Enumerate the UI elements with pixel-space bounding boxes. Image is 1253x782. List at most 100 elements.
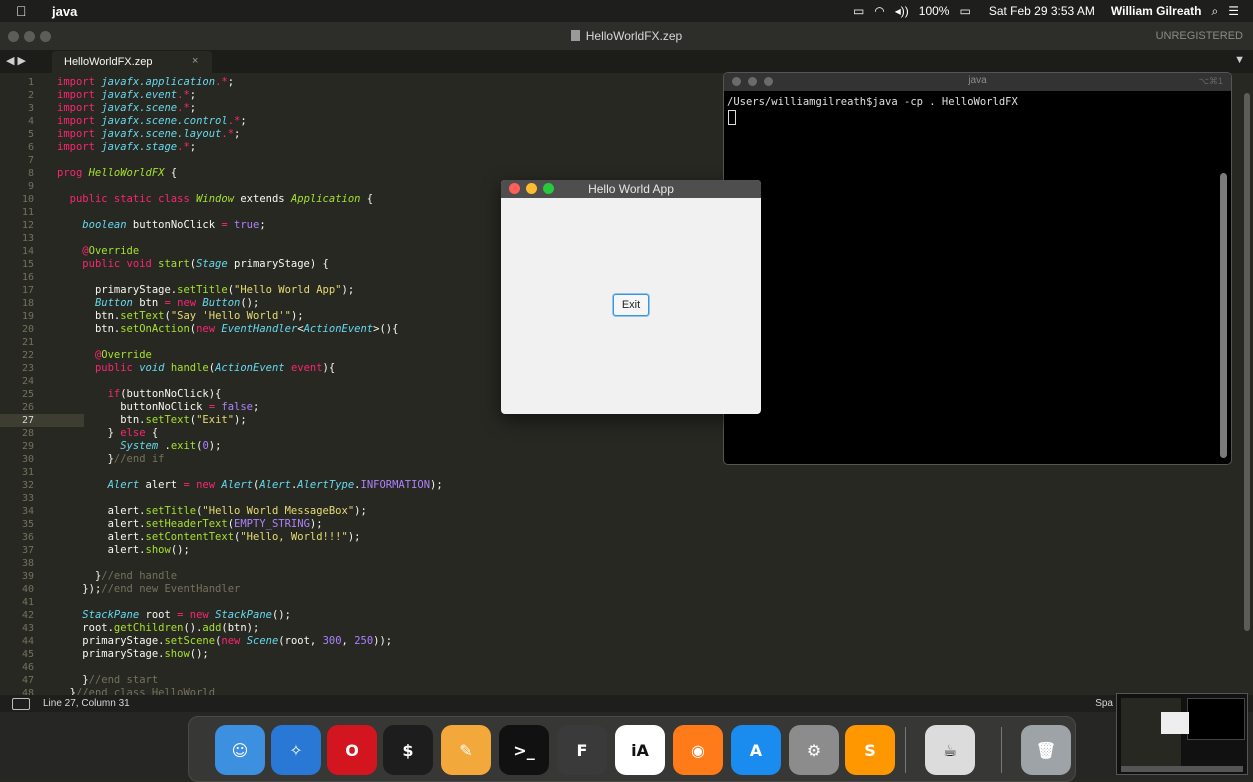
firefox-icon[interactable]: ◉ <box>673 725 723 775</box>
panel-toggle-icon[interactable] <box>12 698 30 710</box>
apple-menu-icon[interactable]:  <box>16 3 32 19</box>
code-token: import <box>57 128 102 140</box>
line-number: 44 <box>21 636 34 647</box>
terminal-green-icon[interactable]: $ <box>383 725 433 775</box>
code-token: ); <box>430 479 443 491</box>
volume-icon[interactable]: ◂)) <box>895 4 909 18</box>
safari-icon[interactable]: ✧ <box>271 725 321 775</box>
clock[interactable]: Sat Feb 29 3:53 AM <box>989 4 1095 18</box>
code-token: setOnAction <box>120 323 190 335</box>
code-token: ; <box>189 102 197 114</box>
code-token: "Hello World MessageBox" <box>202 505 355 517</box>
line-number: 35 <box>21 519 34 530</box>
sublime-text-icon[interactable]: S <box>845 725 895 775</box>
battery-icon[interactable]: ▭ <box>959 4 970 18</box>
code-line: }//end handle <box>57 570 177 583</box>
code-line: alert.show(); <box>57 544 190 557</box>
code-token: setScene <box>164 635 216 647</box>
code-token: ); <box>309 518 323 530</box>
line-number: 46 <box>21 662 34 673</box>
finder-icon[interactable]: ☺ <box>215 725 265 775</box>
code-token: setContentText <box>145 531 235 543</box>
tab-helloworldfx[interactable]: HelloWorldFX.zep × <box>52 51 212 73</box>
code-token: (); <box>189 648 209 660</box>
code-token: public static class <box>69 193 197 205</box>
line-number: 43 <box>21 623 34 634</box>
code-token: AlertType <box>297 479 355 491</box>
line-number: 7 <box>27 155 34 166</box>
editor-scrollbar[interactable] <box>1244 93 1250 631</box>
line-number: 4 <box>27 116 34 127</box>
code-token: boolean <box>82 219 127 231</box>
line-number: 39 <box>21 571 34 582</box>
code-token: root. <box>82 622 114 634</box>
code-token: ; <box>189 141 197 153</box>
code-token: . <box>158 440 171 452</box>
airplay-icon[interactable]: ▭ <box>853 4 864 18</box>
terminal-scrollbar[interactable] <box>1220 173 1227 458</box>
code-token: ); <box>347 531 361 543</box>
code-token: .* <box>177 89 190 101</box>
code-token: "Hello World App" <box>234 284 342 296</box>
user-name[interactable]: William Gilreath <box>1111 4 1202 18</box>
ia-writer-icon[interactable]: iA <box>615 725 665 775</box>
fontforge-icon[interactable]: F <box>557 725 607 775</box>
pages-icon[interactable]: ✎ <box>441 725 491 775</box>
code-token: }); <box>82 583 102 595</box>
terminal-icon[interactable]: >_ <box>499 725 549 775</box>
code-token: add <box>202 622 222 634</box>
system-preferences-icon[interactable]: ⚙ <box>789 725 839 775</box>
code-token: import <box>57 76 102 88</box>
exit-button[interactable]: Exit <box>613 294 649 316</box>
tab-dropdown-icon[interactable]: ▼ <box>1234 54 1245 66</box>
code-token: 250 <box>354 635 374 647</box>
line-number: 15 <box>21 259 34 270</box>
code-token: (); <box>271 609 291 621</box>
unregistered-label: UNREGISTERED <box>1155 30 1243 42</box>
code-token: Button <box>202 297 241 309</box>
code-token: ); <box>234 414 247 426</box>
code-token: buttonNoClick <box>120 401 209 413</box>
wifi-icon[interactable]: ◠ <box>874 4 884 18</box>
code-token: .* <box>215 76 228 88</box>
code-token: show <box>145 544 171 556</box>
code-line: import javafx.scene.layout.*; <box>57 128 240 141</box>
tab-label: HelloWorldFX.zep <box>64 56 153 68</box>
tab-close-icon[interactable]: × <box>192 55 198 67</box>
code-token: import <box>57 89 102 101</box>
code-token: (); <box>240 297 260 309</box>
terminal-window[interactable]: java ⌥⌘1 /Users/williamgilreath$java -cp… <box>723 72 1232 465</box>
dock: ☺ ✧ O $ ✎ >_ FiA ◉ A ⚙ S ☕ 🗑 <box>188 716 1076 782</box>
app-store-icon[interactable]: A <box>731 725 781 775</box>
line-number: 29 <box>21 441 34 452</box>
notification-center-icon[interactable]: ☰ <box>1228 4 1239 18</box>
app-menu-name[interactable]: java <box>52 4 77 19</box>
battery-percent[interactable]: 100% <box>919 4 950 18</box>
code-token: event <box>290 362 323 374</box>
line-number: 5 <box>27 129 34 140</box>
trash-icon[interactable]: 🗑 <box>1021 725 1071 775</box>
spotlight-icon[interactable]: ⌕ <box>1212 4 1219 19</box>
code-token: .* <box>221 128 235 140</box>
code-token: ){ <box>322 362 336 374</box>
line-number: 12 <box>21 220 34 231</box>
tab-navigation-arrows-icon[interactable]: ◀ ▶ <box>6 54 26 67</box>
opera-icon[interactable]: O <box>327 725 377 775</box>
code-line: public void handle(ActionEvent event){ <box>57 362 335 375</box>
java-coffee-icon[interactable]: ☕ <box>925 725 975 775</box>
code-token: INFORMATION <box>360 479 431 491</box>
code-line: @Override <box>57 349 152 362</box>
screenshot-thumbnail[interactable] <box>1116 693 1248 775</box>
line-number: 19 <box>21 311 34 322</box>
line-number: 16 <box>21 272 34 283</box>
code-token: StackPane <box>215 609 272 621</box>
code-token: javafx.event <box>101 89 178 101</box>
line-number: 31 <box>21 467 34 478</box>
indentation-setting[interactable]: Spa <box>1095 698 1113 709</box>
code-token: getChildren <box>113 622 184 634</box>
line-number: 25 <box>21 389 34 400</box>
